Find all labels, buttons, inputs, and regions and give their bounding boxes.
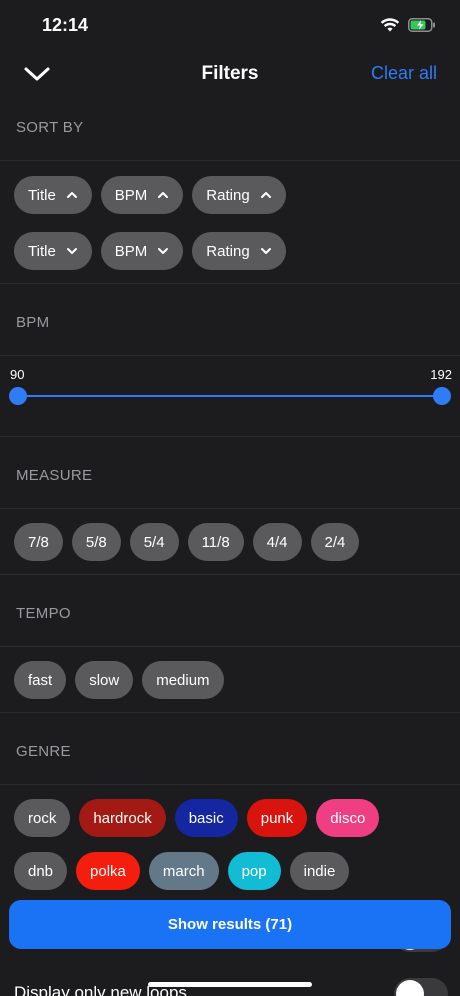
chevron-up-icon	[260, 192, 271, 198]
status-time: 12:14	[42, 15, 89, 35]
sort-title-asc-chip[interactable]: Title	[14, 176, 92, 214]
chevron-down-icon	[260, 248, 271, 254]
measure-chip[interactable]: 2/4	[310, 523, 360, 561]
clear-all-button[interactable]: Clear all	[371, 63, 437, 84]
chevron-up-icon	[66, 192, 77, 198]
chip-label: BPM	[114, 186, 148, 204]
bpm-max-label: 192	[430, 367, 452, 382]
genre-row-1: rock hardrock basic punk disco	[14, 799, 380, 837]
battery-charging-icon	[408, 18, 435, 32]
bpm-min-label: 90	[10, 367, 25, 382]
measure-chip[interactable]: 5/4	[129, 523, 179, 561]
show-results-button[interactable]: Show results (71)	[9, 900, 451, 949]
chip-label: Title	[28, 242, 56, 260]
bpm-min-thumb[interactable]	[9, 387, 27, 405]
section-header-sort-by: SORT BY	[0, 89, 460, 161]
measure-chip[interactable]: 11/8	[187, 523, 244, 561]
chip-label: BPM	[114, 242, 148, 260]
status-bar: 12:14	[0, 0, 460, 50]
genre-row-2: dnb polka march pop indie	[14, 852, 350, 890]
sort-rating-desc-chip[interactable]: Rating	[192, 232, 286, 270]
genre-chip[interactable]: disco	[316, 799, 380, 837]
genre-chip[interactable]: dnb	[14, 852, 68, 890]
status-icons	[380, 16, 436, 34]
chip-label: Rating	[206, 186, 250, 204]
section-header-tempo: TEMPO	[0, 575, 460, 647]
genre-chip[interactable]: hardrock	[79, 799, 166, 837]
chevron-down-icon[interactable]	[22, 62, 52, 86]
sort-desc-row: Title BPM Rating	[14, 232, 286, 270]
slider-track[interactable]	[18, 395, 442, 397]
genre-chip[interactable]: polka	[76, 852, 140, 890]
sort-bpm-asc-chip[interactable]: BPM	[100, 176, 184, 214]
section-title: BPM	[16, 314, 50, 331]
tempo-chip[interactable]: medium	[142, 661, 224, 699]
chevron-up-icon	[158, 192, 169, 198]
tempo-chip[interactable]: fast	[14, 661, 67, 699]
section-title: SORT BY	[16, 119, 84, 136]
sort-title-desc-chip[interactable]: Title	[14, 232, 92, 270]
toggle-knob	[396, 980, 424, 996]
measure-chip[interactable]: 4/4	[252, 523, 302, 561]
bpm-max-thumb[interactable]	[433, 387, 451, 405]
bpm-range-slider: 90 192	[0, 356, 460, 436]
genre-chip[interactable]: indie	[289, 852, 350, 890]
chevron-down-icon	[158, 248, 169, 254]
sort-rating-asc-chip[interactable]: Rating	[192, 176, 286, 214]
genre-chip[interactable]: march	[148, 852, 219, 890]
measure-row: 7/8 5/8 5/4 11/8 4/4 2/4	[14, 523, 360, 561]
genre-chip[interactable]: basic	[174, 799, 238, 837]
new-loops-toggle[interactable]	[394, 978, 448, 996]
genre-chip[interactable]: rock	[14, 799, 71, 837]
section-header-genre: GENRE	[0, 713, 460, 785]
section-title: MEASURE	[16, 467, 93, 484]
measure-chip[interactable]: 7/8	[14, 523, 63, 561]
genre-chip[interactable]: pop	[227, 852, 281, 890]
section-header-measure: MEASURE	[0, 437, 460, 509]
section-header-bpm: BPM	[0, 284, 460, 356]
home-indicator	[148, 982, 312, 987]
wifi-icon	[380, 18, 400, 32]
tempo-chip[interactable]: slow	[75, 661, 134, 699]
chip-label: Rating	[206, 242, 250, 260]
tempo-row: fast slow medium	[14, 661, 224, 699]
chevron-down-icon	[66, 248, 77, 254]
section-title: TEMPO	[16, 605, 71, 622]
chip-label: Title	[28, 186, 56, 204]
sort-bpm-desc-chip[interactable]: BPM	[100, 232, 184, 270]
sort-asc-row: Title BPM Rating	[14, 176, 286, 214]
measure-chip[interactable]: 5/8	[71, 523, 121, 561]
section-title: GENRE	[16, 743, 71, 760]
genre-chip[interactable]: punk	[246, 799, 308, 837]
